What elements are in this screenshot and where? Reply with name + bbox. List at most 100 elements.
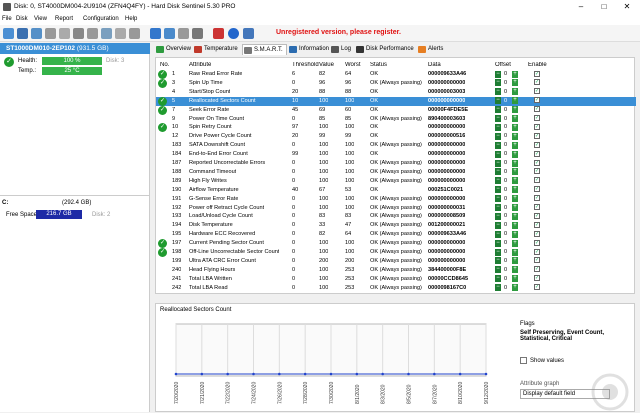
benchmark-icon[interactable] <box>101 28 112 39</box>
enable-checkbox[interactable]: ✓ <box>534 150 540 157</box>
monitor-icon[interactable] <box>178 28 189 39</box>
offset-value[interactable]: 0 <box>504 116 507 122</box>
unregistered-banner[interactable]: Unregistered version, please register. <box>276 29 401 36</box>
stop-icon[interactable] <box>213 28 224 39</box>
offset-value[interactable]: 0 <box>504 222 507 228</box>
offset-decrease-button[interactable]: − <box>495 186 501 194</box>
offset-increase-button[interactable]: + <box>512 230 518 238</box>
col-enable[interactable]: Enable <box>528 62 547 68</box>
enable-checkbox[interactable]: ✓ <box>534 195 540 202</box>
table-row[interactable]: 184 End-to-End Error Count 99 100 100 OK 00000… <box>156 150 636 159</box>
table-row[interactable]: ✓ 5 Reallocated Sectors Count 10 100 100 OK 000… <box>156 96 636 106</box>
table-row[interactable]: ✓ 7 Seek Error Rate 45 69 60 OK 00000F4FDE5E −0 +… <box>156 105 636 115</box>
offset-decrease-button[interactable]: − <box>495 177 501 185</box>
offset-value[interactable]: 0 <box>504 187 507 193</box>
offset-increase-button[interactable]: + <box>512 177 518 185</box>
menu-help[interactable]: Help <box>125 16 137 22</box>
offset-value[interactable]: 0 <box>504 213 507 219</box>
enable-checkbox[interactable]: ✓ <box>534 132 540 139</box>
col-value[interactable]: Value <box>319 62 334 68</box>
offset-decrease-button[interactable]: − <box>495 70 501 78</box>
surface-icon[interactable] <box>115 28 126 39</box>
offset-value[interactable]: 0 <box>504 196 507 202</box>
offset-value[interactable]: 0 <box>504 267 507 273</box>
table-row[interactable]: 195 Hardware ECC Recovered 0 82 64 OK (Always… <box>156 230 636 239</box>
table-row[interactable]: ✓ 198 Off-Line Uncorrectable Sector Count 0… <box>156 248 636 257</box>
table-row[interactable]: 242 Total LBA Read 0 100 253 OK (Always passi… <box>156 284 636 293</box>
report-icon[interactable] <box>31 28 42 39</box>
table-row[interactable]: 190 Airflow Temperature 40 67 53 OK 000251C002… <box>156 186 636 195</box>
table-row[interactable]: 188 Command Timeout 0 100 100 OK (Always pass… <box>156 168 636 177</box>
offset-decrease-button[interactable]: − <box>495 221 501 229</box>
offset-decrease-button[interactable]: − <box>495 132 501 140</box>
tab-overview[interactable]: Overview <box>155 44 191 55</box>
offset-value[interactable]: 0 <box>504 107 507 113</box>
test-icon[interactable] <box>73 28 84 39</box>
enable-checkbox[interactable]: ✓ <box>534 177 540 184</box>
offset-value[interactable]: 0 <box>504 133 507 139</box>
enable-checkbox[interactable]: ✓ <box>534 257 540 264</box>
offset-decrease-button[interactable]: − <box>495 195 501 203</box>
tab-smart[interactable]: S.M.A.R.T. <box>242 44 287 55</box>
offset-decrease-button[interactable]: − <box>495 212 501 220</box>
col-attribute[interactable]: Attribute <box>189 62 211 68</box>
maximize-button[interactable]: □ <box>593 0 615 14</box>
table-row[interactable]: 240 Head Flying Hours 0 100 253 OK (Always pa… <box>156 266 636 275</box>
table-row[interactable]: 199 Ultra ATA CRC Error Count 0 200 200 OK (A… <box>156 257 636 266</box>
enable-checkbox[interactable]: ✓ <box>534 88 540 95</box>
disk-icon[interactable] <box>3 28 14 39</box>
table-row[interactable]: 4 Start/Stop Count 20 88 88 OK 000000003003 −0 +… <box>156 88 636 97</box>
tools-icon[interactable] <box>45 28 56 39</box>
tab-temperature[interactable]: Temperature <box>193 44 238 55</box>
print-icon[interactable] <box>192 28 203 39</box>
enable-checkbox[interactable]: ✓ <box>534 123 540 130</box>
table-row[interactable]: 189 High Fly Writes 0 100 100 OK (Always pass… <box>156 177 636 186</box>
table-row[interactable]: ✓ 1 Raw Read Error Rate 6 82 64 OK 000009633A46… <box>156 70 636 79</box>
offset-decrease-button[interactable]: − <box>495 266 501 274</box>
offset-value[interactable]: 0 <box>504 240 507 246</box>
offset-value[interactable]: 0 <box>504 71 507 77</box>
offset-value[interactable]: 0 <box>504 89 507 95</box>
enable-checkbox[interactable]: ✓ <box>534 221 540 228</box>
menu-report[interactable]: Report <box>55 16 73 22</box>
table-row[interactable]: 187 Reported Uncorrectable Errors 0 100 100 O… <box>156 159 636 168</box>
col-offset[interactable]: Offset <box>495 62 511 68</box>
tab-log[interactable]: Log <box>330 44 351 55</box>
offset-decrease-button[interactable]: − <box>495 230 501 238</box>
disk-header[interactable]: ST1000DM010-2EP102 (931.5 GB) <box>0 43 150 54</box>
offset-increase-button[interactable]: + <box>512 79 518 87</box>
tab-alerts[interactable]: Alerts <box>417 44 443 55</box>
offset-decrease-button[interactable]: − <box>495 284 501 292</box>
offset-increase-button[interactable]: + <box>512 204 518 211</box>
col-data[interactable]: Data <box>428 62 441 68</box>
offset-decrease-button[interactable]: − <box>495 79 501 87</box>
enable-checkbox[interactable]: ✓ <box>534 204 540 210</box>
table-row[interactable]: 191 G-Sense Error Rate 0 100 100 OK (Always p… <box>156 195 636 204</box>
offset-value[interactable]: 0 <box>504 276 507 282</box>
offset-decrease-button[interactable]: − <box>495 141 501 149</box>
enable-checkbox[interactable]: ✓ <box>534 79 540 86</box>
enable-checkbox[interactable]: ✓ <box>534 239 540 246</box>
help-icon[interactable] <box>228 28 239 39</box>
offset-increase-button[interactable]: + <box>512 150 518 158</box>
offset-increase-button[interactable]: + <box>512 186 518 194</box>
enable-checkbox[interactable]: ✓ <box>534 266 540 273</box>
offset-increase-button[interactable]: + <box>512 275 518 283</box>
enable-checkbox[interactable]: ✓ <box>534 186 540 193</box>
table-row[interactable]: 241 Total LBA Written 0 100 253 OK (Always pa… <box>156 275 636 284</box>
offset-increase-button[interactable]: + <box>512 248 518 256</box>
col-threshold[interactable]: Threshold <box>292 62 319 68</box>
offset-decrease-button[interactable]: − <box>495 248 501 256</box>
table-row[interactable]: 193 Load/Unload Cycle Count 0 83 83 OK (Alway… <box>156 212 636 221</box>
options-icon[interactable] <box>150 28 161 39</box>
offset-increase-button[interactable]: + <box>512 266 518 274</box>
offset-value[interactable]: 0 <box>504 142 507 148</box>
offset-value[interactable]: 0 <box>504 205 507 211</box>
col-status[interactable]: Status <box>370 62 387 68</box>
table-row[interactable]: ✓ 3 Spin Up Time 0 96 96 OK (Always passing) 00… <box>156 78 636 88</box>
enable-checkbox[interactable]: ✓ <box>534 141 540 148</box>
offset-value[interactable]: 0 <box>504 249 507 255</box>
offset-value[interactable]: 0 <box>504 178 507 184</box>
table-row[interactable]: 194 Disk Temperature 0 33 47 OK (Always passi… <box>156 221 636 230</box>
enable-checkbox[interactable]: ✓ <box>534 212 540 219</box>
